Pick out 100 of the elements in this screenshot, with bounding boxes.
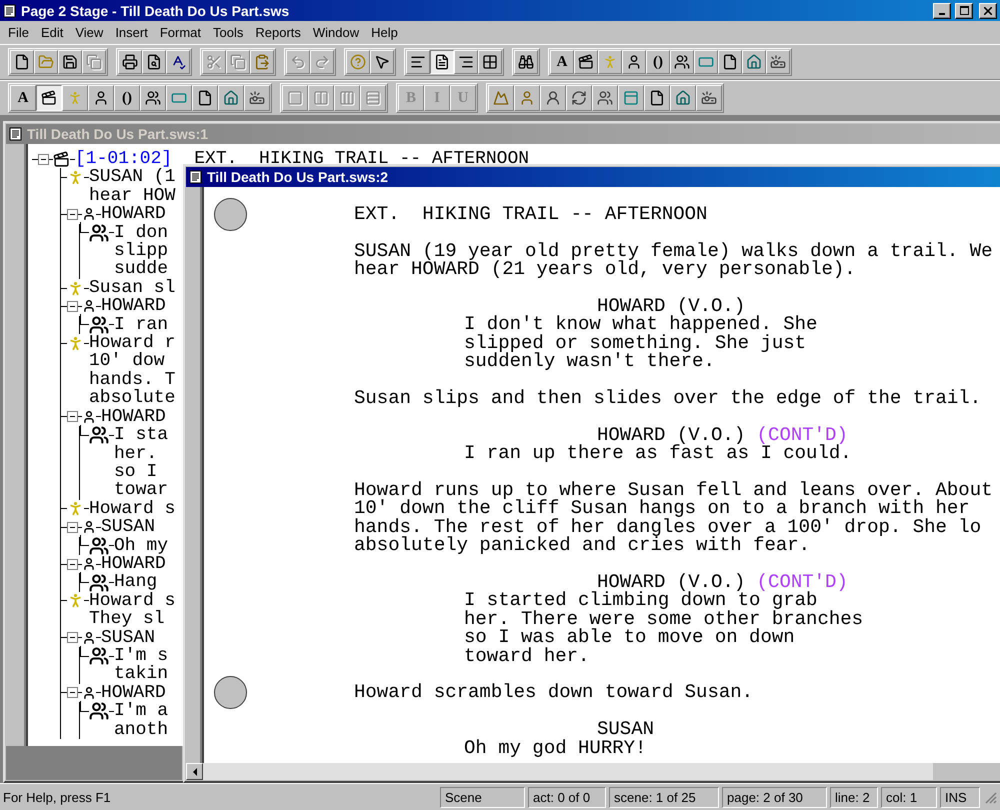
- format-button[interactable]: (): [114, 85, 140, 111]
- mountain-button[interactable]: [488, 85, 514, 111]
- page-view-button[interactable]: [430, 50, 454, 74]
- format-button[interactable]: (): [646, 50, 670, 74]
- menu-item[interactable]: Tools: [207, 23, 250, 42]
- grid-view-button[interactable]: [478, 50, 502, 74]
- menu-item[interactable]: Insert: [109, 23, 154, 42]
- help-button[interactable]: [346, 50, 370, 74]
- shot-button[interactable]: [218, 85, 244, 111]
- save-button[interactable]: [58, 50, 82, 74]
- menu-item[interactable]: Edit: [34, 23, 70, 42]
- status-pane: col: 1: [881, 786, 937, 808]
- scene-button[interactable]: [36, 85, 62, 111]
- collapse-icon[interactable]: [67, 208, 78, 220]
- two-heads-icon: [89, 572, 109, 593]
- collapse-icon[interactable]: [67, 411, 78, 422]
- house-icon: [223, 90, 239, 106]
- right-aligned-lines-icon: [458, 54, 474, 70]
- head-icon: [82, 557, 96, 572]
- minimize-icon: [939, 12, 945, 14]
- person-round-button[interactable]: [540, 85, 566, 111]
- action-outline-text: Susan sl: [89, 278, 176, 298]
- head-icon: [82, 410, 96, 424]
- menu-item[interactable]: File: [2, 23, 35, 42]
- collapse-icon[interactable]: [67, 632, 78, 644]
- character-outline-text: HOWARD: [101, 684, 166, 702]
- projector-button[interactable]: [696, 85, 722, 111]
- projector-icon: [249, 90, 265, 106]
- spelling-button[interactable]: [166, 50, 190, 74]
- magnifier-page-icon: [146, 54, 162, 70]
- dialogue-button[interactable]: [140, 85, 166, 111]
- head-icon: [82, 299, 96, 314]
- two-column-icon: [313, 90, 329, 106]
- projector-icon: [701, 90, 717, 106]
- two-people-icon: [597, 90, 613, 106]
- dialogue-outline-text: I'm a anoth: [114, 702, 168, 739]
- projector-button[interactable]: [244, 85, 270, 111]
- panel-button[interactable]: [618, 85, 644, 111]
- context-help-button[interactable]: [370, 50, 394, 74]
- close-button[interactable]: [979, 2, 997, 18]
- menu-item[interactable]: Reports: [249, 23, 307, 42]
- collapse-icon[interactable]: [67, 558, 78, 570]
- dialogue-outline-text: Hang: [114, 573, 158, 592]
- clapperboard-icon: [41, 90, 57, 106]
- page-button[interactable]: [644, 85, 670, 111]
- character-outline-text: HOWARD: [101, 408, 166, 426]
- dialogue-button[interactable]: [670, 50, 694, 74]
- open-button[interactable]: [34, 50, 58, 74]
- refresh-button[interactable]: [566, 85, 592, 111]
- pointer-icon: [374, 54, 390, 70]
- dialogue-text: I ran up there as fast as I could.: [464, 444, 852, 463]
- collapse-icon[interactable]: [67, 522, 78, 533]
- screen-button[interactable]: [694, 50, 718, 74]
- menu-item[interactable]: View: [69, 23, 110, 42]
- two-heads-icon: [145, 90, 161, 106]
- head-icon: [82, 520, 96, 534]
- collapse-icon[interactable]: [38, 154, 49, 165]
- format-button[interactable]: A: [550, 50, 574, 74]
- person-button[interactable]: [514, 85, 540, 111]
- status-pane: page: 2 of 30: [722, 786, 827, 808]
- action-button[interactable]: [598, 50, 622, 74]
- menu-item[interactable]: Help: [365, 23, 404, 42]
- projector-button[interactable]: [766, 50, 790, 74]
- head-icon: [82, 630, 96, 645]
- paste-button[interactable]: [250, 50, 274, 74]
- person-icon: [519, 90, 535, 106]
- page-button[interactable]: [192, 85, 218, 111]
- shot-button[interactable]: [742, 50, 766, 74]
- people-button[interactable]: [592, 85, 618, 111]
- character-button[interactable]: [88, 85, 114, 111]
- menu-item[interactable]: Format: [154, 23, 207, 42]
- menu-item[interactable]: Window: [306, 23, 366, 42]
- two-heads-icon: [89, 425, 109, 446]
- app-title: Page 2 Stage - Till Death Do Us Part.sws: [21, 2, 290, 18]
- maximize-button[interactable]: [955, 2, 973, 18]
- document-title: Till Death Do Us Part.sws:2: [207, 169, 390, 185]
- print-preview-button[interactable]: [142, 50, 166, 74]
- action-button[interactable]: [62, 85, 88, 111]
- script-view-button[interactable]: [454, 50, 478, 74]
- dialogue-outline-text: Oh my: [114, 536, 168, 555]
- outline-view-button[interactable]: [406, 50, 430, 74]
- print-button[interactable]: [118, 50, 142, 74]
- scroll-left-button[interactable]: [186, 763, 203, 780]
- dialogue-outline-text: I ran: [114, 316, 168, 334]
- page-icon: [197, 90, 213, 106]
- shot-button[interactable]: [670, 85, 696, 111]
- character-button[interactable]: [622, 50, 646, 74]
- dialogue-text: I started climbing down to grab her. There were some other branches so I was able to move on down toward her.: [464, 591, 864, 666]
- mountain-icon: [493, 90, 509, 106]
- document-icon: [3, 4, 17, 18]
- collapse-icon[interactable]: [67, 687, 78, 698]
- minimize-button[interactable]: [933, 2, 951, 18]
- character-text: HOWARD (V.O.) (CONT'D): [597, 426, 848, 444]
- page-button[interactable]: [718, 50, 742, 74]
- collapse-icon[interactable]: [67, 300, 78, 312]
- two-heads-icon: [89, 314, 109, 335]
- screen-button[interactable]: [166, 85, 192, 111]
- action-text: Susan slips and then slides over the edge of the trail.: [354, 389, 982, 408]
- new-button[interactable]: [10, 50, 34, 74]
- format-button[interactable]: A: [10, 85, 36, 111]
